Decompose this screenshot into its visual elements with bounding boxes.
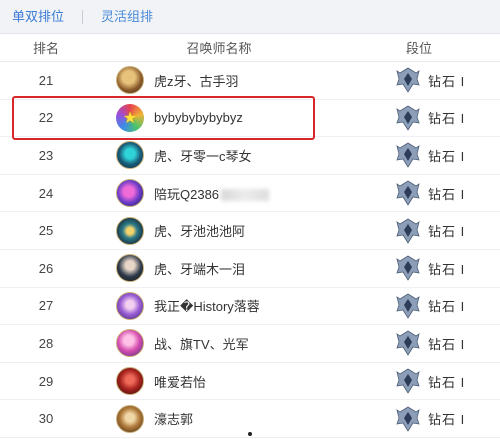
avatar[interactable]: [116, 404, 144, 433]
tab-divider: [82, 9, 84, 24]
tab-flex[interactable]: 灵活组排: [89, 0, 165, 34]
diamond-badge-icon: [396, 67, 420, 94]
table-row[interactable]: 27 我正�History落蓉 钻石 I: [0, 288, 500, 326]
tier-label: 钻石 I: [428, 299, 466, 315]
table-header: 排名 召唤师名称 段位: [0, 34, 500, 62]
diamond-badge-icon: [396, 180, 420, 206]
row-rank: 24: [38, 185, 54, 201]
table-row[interactable]: 25 虎、牙池池池阿 钻石 I: [0, 212, 500, 250]
summoner-name[interactable]: 陪玩Q2386: [154, 184, 270, 203]
summoner-name[interactable]: bybybybybybyz: [154, 110, 243, 125]
summoner-name[interactable]: 我正�History落蓉: [154, 296, 260, 315]
queue-tabs: 单双排位 灵活组排: [0, 0, 500, 34]
summoner-name[interactable]: 虎z牙、古手羽: [154, 71, 239, 90]
tier-label: 钻石 I: [428, 73, 466, 89]
ranking-table: 21 虎z牙、古手羽 钻石 I 22 ★ bybybybybybyz 钻石 I …: [0, 62, 500, 438]
row-rank: 28: [38, 335, 54, 351]
avatar[interactable]: [116, 254, 144, 283]
star-icon: ★: [122, 109, 138, 127]
avatar[interactable]: ★: [116, 103, 144, 132]
tier-label: 钻石 I: [428, 224, 466, 240]
tier-label: 钻石 I: [428, 412, 466, 428]
tier-label: 钻石 I: [428, 374, 466, 390]
table-row[interactable]: 21 虎z牙、古手羽 钻石 I: [0, 62, 500, 100]
summoner-name[interactable]: 虎、牙池池池阿: [154, 221, 245, 240]
row-rank: 25: [38, 223, 54, 239]
summoner-name-text: 陪玩Q2386: [154, 186, 220, 202]
header-name: 召唤师名称: [186, 41, 252, 56]
row-rank: 30: [38, 411, 54, 427]
diamond-badge-icon: [396, 255, 420, 282]
row-rank: 21: [38, 72, 54, 88]
table-row[interactable]: 22 ★ bybybybybybyz 钻石 I: [0, 100, 500, 138]
table-row[interactable]: 26 虎、牙端木一泪 钻石 I: [0, 250, 500, 288]
avatar[interactable]: [116, 141, 144, 170]
header-tier: 段位: [405, 41, 432, 56]
row-rank: 23: [38, 147, 54, 163]
diamond-badge-icon: [396, 218, 420, 244]
avatar[interactable]: [116, 329, 144, 358]
tab-solo-duo[interactable]: 单双排位: [0, 0, 76, 34]
avatar[interactable]: [116, 179, 144, 208]
summoner-name[interactable]: 虎、牙端木一泪: [154, 259, 245, 278]
avatar[interactable]: [116, 367, 144, 396]
tier-label: 钻石 I: [428, 111, 466, 127]
diamond-badge-icon: [396, 143, 420, 169]
summoner-name[interactable]: 虎、牙零一c琴女: [154, 146, 252, 165]
avatar[interactable]: [116, 216, 144, 245]
tier-label: 钻石 I: [428, 261, 466, 277]
table-row[interactable]: 29 唯爱若怡 钻石 I: [0, 363, 500, 401]
cursor-dot: [248, 432, 252, 436]
table-row[interactable]: 28 战、旗TV、光军 钻石 I: [0, 325, 500, 363]
tier-label: 钻石 I: [428, 186, 466, 202]
diamond-badge-icon: [396, 293, 420, 319]
row-rank: 26: [38, 260, 54, 276]
summoner-name[interactable]: 唯爱若怡: [154, 372, 206, 391]
diamond-badge-icon: [396, 368, 420, 394]
table-row[interactable]: 24 陪玩Q2386 钻石 I: [0, 175, 500, 213]
row-rank: 27: [38, 298, 54, 314]
row-rank: 29: [38, 373, 54, 389]
summoner-name[interactable]: 濠志郭: [154, 409, 193, 428]
table-row[interactable]: 23 虎、牙零一c琴女 钻石 I: [0, 137, 500, 175]
summoner-name[interactable]: 战、旗TV、光军: [154, 334, 249, 353]
diamond-badge-icon: [396, 330, 420, 357]
redacted-blur: [221, 189, 270, 202]
tier-label: 钻石 I: [428, 148, 466, 164]
avatar[interactable]: [116, 66, 144, 95]
header-rank: 排名: [32, 41, 59, 56]
diamond-badge-icon: [396, 105, 420, 131]
avatar[interactable]: [116, 291, 144, 320]
row-rank: 22: [38, 110, 54, 126]
diamond-badge-icon: [396, 406, 420, 432]
tier-label: 钻石 I: [428, 336, 466, 352]
